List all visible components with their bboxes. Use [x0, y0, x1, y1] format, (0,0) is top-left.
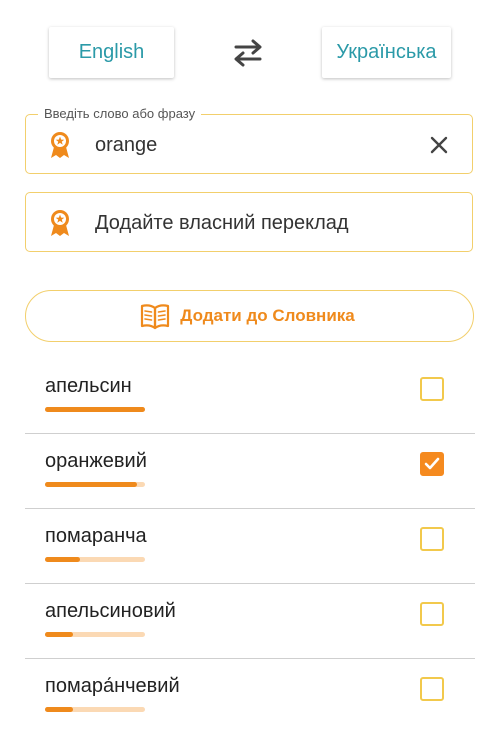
own-translation-field[interactable]: Додайте власний переклад — [25, 192, 473, 252]
translation-word: помаранча — [45, 525, 147, 547]
medal-icon — [51, 210, 69, 236]
translation-checkbox[interactable] — [420, 602, 444, 626]
own-translation-placeholder: Додайте власний переклад — [95, 212, 349, 234]
translation-row[interactable]: помара́нчевий — [25, 658, 475, 733]
translation-word: апельсин — [45, 375, 132, 397]
source-language-button[interactable]: English — [49, 27, 174, 78]
close-icon[interactable] — [430, 136, 448, 154]
swap-languages-icon[interactable] — [230, 38, 266, 68]
translation-word: оранжевий — [45, 450, 147, 472]
relevance-bar — [45, 557, 145, 562]
translation-checkbox[interactable] — [420, 452, 444, 476]
add-to-dictionary-button[interactable]: Додати до Словника — [25, 290, 474, 342]
target-language-button[interactable]: Українська — [322, 27, 451, 78]
target-language-label: Українська — [336, 41, 437, 63]
search-input[interactable]: Введіть слово або фразу orange — [25, 106, 473, 174]
translation-checkbox[interactable] — [420, 377, 444, 401]
translation-row[interactable]: апельсиновий — [25, 583, 475, 659]
relevance-bar — [45, 632, 145, 637]
relevance-bar — [45, 707, 145, 712]
translation-checkbox[interactable] — [420, 527, 444, 551]
add-to-dictionary-label: Додати до Словника — [180, 306, 355, 325]
relevance-bar — [45, 482, 145, 487]
source-language-label: English — [78, 41, 145, 63]
translation-word: апельсиновий — [45, 600, 176, 622]
open-book-icon — [141, 304, 170, 330]
translation-row[interactable]: помаранча — [25, 508, 475, 584]
translation-checkbox[interactable] — [420, 677, 444, 701]
relevance-bar — [45, 407, 145, 412]
translation-row[interactable]: апельсин — [25, 358, 475, 434]
translation-row[interactable]: оранжевий — [25, 433, 475, 509]
medal-icon — [51, 132, 69, 158]
search-input-legend: Введіть слово або фразу — [38, 106, 202, 122]
translation-word: помара́нчевий — [45, 675, 180, 697]
search-input-value: orange — [95, 134, 158, 156]
